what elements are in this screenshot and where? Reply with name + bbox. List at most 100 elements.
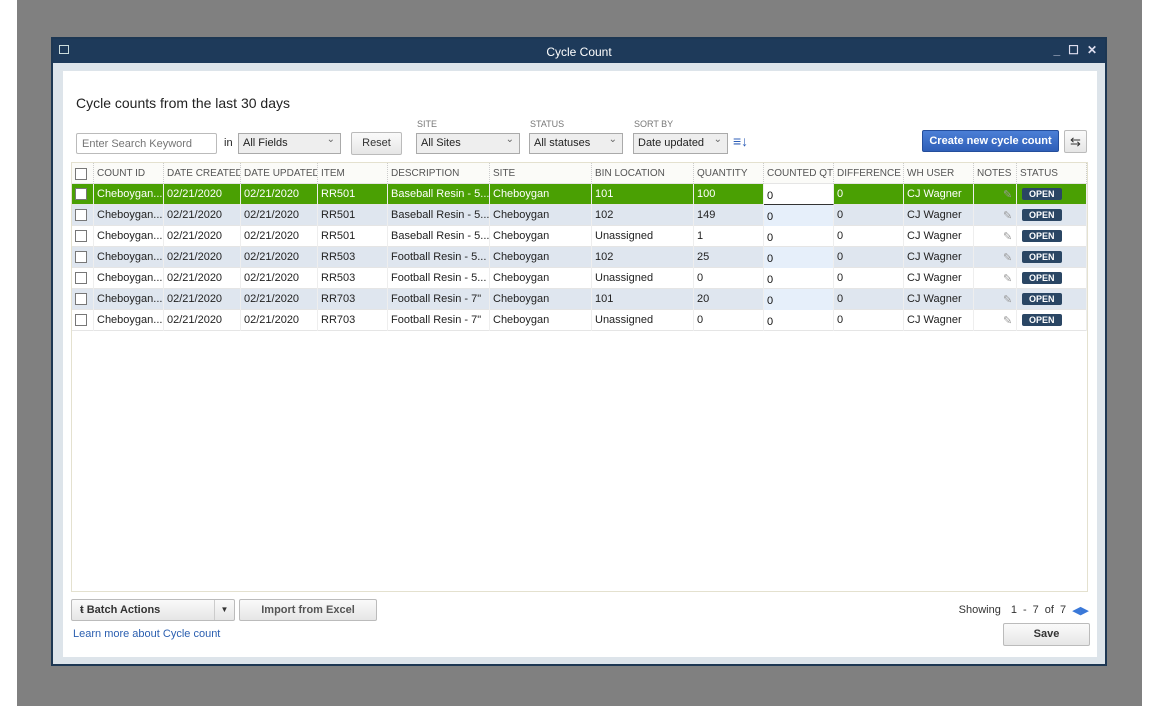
table-row[interactable]: Cheboygan... 02/21/2020 02/21/2020 RR703 Foo… [72,289,1087,310]
row-checkbox[interactable] [75,314,87,326]
learn-more-link[interactable]: Learn more about Cycle count [73,628,220,640]
save-button[interactable]: Save [1003,623,1090,646]
import-excel-button[interactable]: Import from Excel [239,599,377,621]
reset-button[interactable]: Reset [351,132,402,155]
batch-icon: ŧ [80,604,87,616]
next-page-icon[interactable]: ▶ [1081,604,1089,617]
status-label: STATUS [530,119,565,129]
cell-notes: ✎ [974,268,1017,289]
cell-description: Football Resin - 7" [388,289,490,310]
edit-notes-icon[interactable]: ✎ [1003,315,1012,327]
batch-actions-button[interactable]: ŧ Batch Actions ▼ [71,599,235,621]
column-header[interactable]: BIN LOCATION [592,163,694,184]
row-checkbox[interactable] [75,293,87,305]
cell-date-updated: 02/21/2020 [241,247,318,268]
cell-notes: ✎ [974,310,1017,331]
field-select[interactable]: All Fields [238,133,341,154]
cell-counted-qty[interactable]: 0 [764,226,834,247]
edit-notes-icon[interactable]: ✎ [1003,252,1012,264]
cell-wh-user: CJ Wagner [904,205,974,226]
table-row[interactable]: Cheboygan... 02/21/2020 02/21/2020 RR501 Bas… [72,226,1087,247]
cycle-count-window: Cycle Count _ ☐ ✕ Cycle counts from the la… [51,37,1107,666]
cell-counted-qty[interactable]: 0 [764,247,834,268]
column-header[interactable]: QUANTITY [694,163,764,184]
column-header[interactable]: DESCRIPTION [388,163,490,184]
table-header[interactable]: COUNT ID DATE CREATED DATE UPDATED ITEM DESC… [72,163,1087,184]
column-header[interactable]: STATUS [1017,163,1087,184]
edit-notes-icon[interactable]: ✎ [1003,294,1012,306]
status-select[interactable]: All statuses [529,133,623,154]
cell-date-created: 02/21/2020 [164,205,241,226]
cell-quantity: 0 [694,268,764,289]
cell-item: RR501 [318,184,388,205]
create-cycle-count-button[interactable]: Create new cycle count [922,130,1059,152]
sort-select[interactable]: Date updated [633,133,728,154]
column-header[interactable]: DATE UPDATED [241,163,318,184]
row-checkbox[interactable] [75,272,87,284]
maximize-icon[interactable]: ☐ [1068,43,1079,57]
cell-date-updated: 02/21/2020 [241,310,318,331]
select-all-cell [72,163,94,184]
cell-site: Cheboygan [490,310,592,331]
cell-difference: 0 [834,226,904,247]
search-input[interactable] [76,133,217,154]
table-row[interactable]: Cheboygan... 02/21/2020 02/21/2020 RR501 Bas… [72,205,1087,226]
table-row[interactable]: Cheboygan... 02/21/2020 02/21/2020 RR703 Foo… [72,310,1087,331]
column-header[interactable]: NOTES [974,163,1017,184]
row-checkbox[interactable] [75,230,87,242]
cell-count-id: Cheboygan... [94,226,164,247]
column-header[interactable]: SITE [490,163,592,184]
cell-date-created: 02/21/2020 [164,247,241,268]
minimize-icon[interactable]: _ [1053,43,1060,57]
table-row[interactable]: Cheboygan... 02/21/2020 02/21/2020 RR501 Bas… [72,184,1087,205]
cell-counted-qty[interactable]: 0 [764,205,834,226]
cell-wh-user: CJ Wagner [904,268,974,289]
edit-notes-icon[interactable]: ✎ [1003,273,1012,285]
edit-notes-icon[interactable]: ✎ [1003,231,1012,243]
cell-description: Baseball Resin - 5... [388,226,490,247]
cell-count-id: Cheboygan... [94,247,164,268]
column-header[interactable]: DATE CREATED [164,163,241,184]
sort-direction-icon[interactable]: ≡↓ [733,133,748,149]
row-checkbox[interactable] [75,251,87,263]
cell-status: OPEN [1017,205,1087,226]
cell-quantity: 100 [694,184,764,205]
table-row[interactable]: Cheboygan... 02/21/2020 02/21/2020 RR503 Foo… [72,268,1087,289]
refresh-icon[interactable]: ⇆ [1064,130,1087,153]
row-checkbox[interactable] [75,209,87,221]
status-badge: OPEN [1022,230,1062,242]
column-header[interactable]: COUNTED QTY [764,163,834,184]
cell-bin-location: 102 [592,205,694,226]
page-total: 7 [1059,604,1067,616]
row-checkbox[interactable] [75,188,87,200]
edit-notes-icon[interactable]: ✎ [1003,189,1012,201]
table-row[interactable]: Cheboygan... 02/21/2020 02/21/2020 RR503 Foo… [72,247,1087,268]
site-select[interactable]: All Sites [416,133,520,154]
cell-site: Cheboygan [490,268,592,289]
column-header[interactable]: ITEM [318,163,388,184]
prev-page-icon[interactable]: ◀ [1072,604,1080,617]
cell-counted-qty[interactable]: 0 [764,289,834,310]
column-header[interactable]: WH USER [904,163,974,184]
close-icon[interactable]: ✕ [1087,43,1097,57]
cell-date-updated: 02/21/2020 [241,184,318,205]
cell-difference: 0 [834,205,904,226]
cell-item: RR501 [318,226,388,247]
cell-wh-user: CJ Wagner [904,226,974,247]
row-checkbox-cell [72,289,94,310]
edit-notes-icon[interactable]: ✎ [1003,210,1012,222]
cell-wh-user: CJ Wagner [904,184,974,205]
select-all-checkbox[interactable] [75,168,87,180]
cell-counted-qty[interactable]: 0 [764,310,834,331]
cell-count-id: Cheboygan... [94,268,164,289]
cell-counted-qty[interactable]: 0 [764,268,834,289]
column-header[interactable]: COUNT ID [94,163,164,184]
status-badge: OPEN [1022,188,1062,200]
cell-counted-qty[interactable]: 0 [764,184,834,205]
cell-notes: ✎ [974,289,1017,310]
row-checkbox-cell [72,247,94,268]
page-to: 7 [1032,604,1039,616]
cell-site: Cheboygan [490,247,592,268]
column-header[interactable]: DIFFERENCE [834,163,904,184]
batch-dropdown-icon[interactable]: ▼ [214,600,234,620]
